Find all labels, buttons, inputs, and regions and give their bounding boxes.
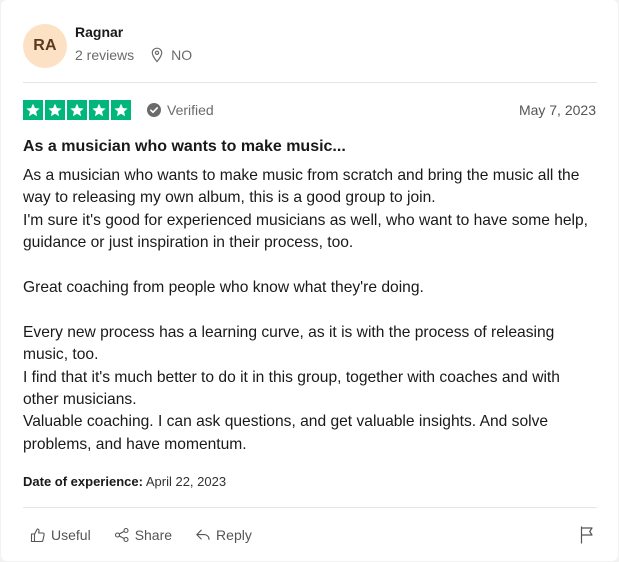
star-rating [23,100,131,120]
useful-button[interactable]: Useful [30,527,91,543]
flag-icon [580,526,593,544]
review-paragraph: Every new process has a learning curve, … [23,323,555,364]
useful-label: Useful [51,527,91,543]
reply-icon [196,529,210,540]
star-icon [23,100,43,120]
share-label: Share [134,527,173,543]
reviews-count: 2 reviews [75,47,135,63]
reviewer-name[interactable]: Ragnar [75,24,123,40]
date-of-experience: Date of experience: April 22, 2023 [23,473,226,491]
review-paragraph: As a musician who wants to make music fr… [23,167,580,207]
review-paragraph: I'm sure it's good for experienced music… [23,211,589,252]
star-icon [111,100,131,120]
reviewer-country: NO [171,47,193,63]
share-icon [114,527,129,543]
flag-button[interactable] [578,525,596,545]
avatar[interactable]: RA [23,24,67,68]
experience-label: Date of experience: [23,474,143,489]
share-button[interactable]: Share [114,527,172,543]
review-card: RA Ragnar 2 reviews NO Verified May 7, 2… [1,0,618,561]
review-actions: Useful Share Reply [30,525,275,545]
star-icon [67,100,87,120]
reviewer-meta: 2 reviews NO [75,46,192,64]
verified-badge[interactable]: Verified [147,101,214,119]
review-paragraph: I find that it's much better to do it in… [23,368,560,409]
review-paragraph: Great coaching from people who know what… [23,279,424,297]
review-paragraph: Valuable coaching. I can ask questions, … [23,413,549,453]
reply-label: Reply [216,527,252,543]
thumbs-up-icon [30,528,45,543]
experience-date: April 22, 2023 [145,474,227,489]
verified-label: Verified [167,102,214,118]
location-pin-icon [150,47,164,63]
reply-button[interactable]: Reply [195,527,252,543]
review-date: May 7, 2023 [518,102,596,118]
header-divider [23,82,597,83]
footer-divider [23,507,597,508]
review-title[interactable]: As a musician who wants to make music... [23,136,597,158]
review-body: As a musician who wants to make music fr… [23,165,597,456]
star-icon [45,100,65,120]
star-icon [89,100,109,120]
check-circle-icon [147,103,161,117]
